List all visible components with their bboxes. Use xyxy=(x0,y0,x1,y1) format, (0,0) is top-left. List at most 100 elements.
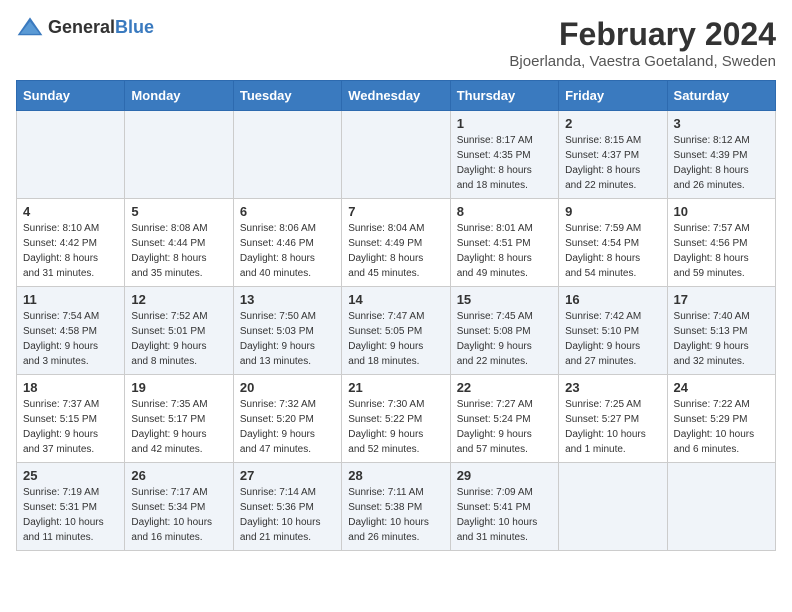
day-number: 1 xyxy=(457,116,552,131)
calendar-cell: 14 Sunrise: 7:47 AMSunset: 5:05 PMDayligh… xyxy=(342,287,450,375)
day-info: Sunrise: 7:50 AMSunset: 5:03 PMDaylight:… xyxy=(240,309,335,369)
calendar-cell xyxy=(667,463,775,551)
calendar-cell: 9 Sunrise: 7:59 AMSunset: 4:54 PMDaylight… xyxy=(559,199,667,287)
day-number: 21 xyxy=(348,380,443,395)
day-info: Sunrise: 8:06 AMSunset: 4:46 PMDaylight:… xyxy=(240,221,335,281)
day-number: 11 xyxy=(23,292,118,307)
day-info: Sunrise: 7:47 AMSunset: 5:05 PMDaylight:… xyxy=(348,309,443,369)
day-number: 19 xyxy=(131,380,226,395)
weekday-header-tuesday: Tuesday xyxy=(233,81,341,111)
calendar-week-5: 25 Sunrise: 7:19 AMSunset: 5:31 PMDayligh… xyxy=(17,463,776,551)
sub-title: Bjoerlanda, Vaestra Goetaland, Sweden xyxy=(509,53,776,70)
calendar-cell: 3 Sunrise: 8:12 AMSunset: 4:39 PMDaylight… xyxy=(667,111,775,199)
day-info: Sunrise: 8:08 AMSunset: 4:44 PMDaylight:… xyxy=(131,221,226,281)
day-info: Sunrise: 7:09 AMSunset: 5:41 PMDaylight:… xyxy=(457,485,552,545)
calendar-cell: 18 Sunrise: 7:37 AMSunset: 5:15 PMDayligh… xyxy=(17,375,125,463)
calendar-week-4: 18 Sunrise: 7:37 AMSunset: 5:15 PMDayligh… xyxy=(17,375,776,463)
calendar-cell: 15 Sunrise: 7:45 AMSunset: 5:08 PMDayligh… xyxy=(450,287,558,375)
calendar-cell: 12Sunrise: 7:52 AMSunset: 5:01 PMDayligh… xyxy=(125,287,233,375)
day-number: 22 xyxy=(457,380,552,395)
day-info: Sunrise: 8:01 AMSunset: 4:51 PMDaylight:… xyxy=(457,221,552,281)
calendar-cell: 6 Sunrise: 8:06 AMSunset: 4:46 PMDaylight… xyxy=(233,199,341,287)
calendar-cell: 20Sunrise: 7:32 AMSunset: 5:20 PMDayligh… xyxy=(233,375,341,463)
day-info: Sunrise: 7:45 AMSunset: 5:08 PMDaylight:… xyxy=(457,309,552,369)
day-number: 9 xyxy=(565,204,660,219)
calendar-body: 1 Sunrise: 8:17 AMSunset: 4:35 PMDaylight… xyxy=(17,111,776,551)
calendar-week-2: 4Sunrise: 8:10 AMSunset: 4:42 PMDaylight… xyxy=(17,199,776,287)
calendar-cell xyxy=(559,463,667,551)
calendar-cell: 29 Sunrise: 7:09 AMSunset: 5:41 PMDayligh… xyxy=(450,463,558,551)
calendar-cell: 4Sunrise: 8:10 AMSunset: 4:42 PMDaylight… xyxy=(17,199,125,287)
calendar-cell xyxy=(233,111,341,199)
day-number: 18 xyxy=(23,380,118,395)
calendar-cell: 28 Sunrise: 7:11 AMSunset: 5:38 PMDayligh… xyxy=(342,463,450,551)
day-number: 10 xyxy=(674,204,769,219)
weekday-header-thursday: Thursday xyxy=(450,81,558,111)
day-info: Sunrise: 7:37 AMSunset: 5:15 PMDaylight:… xyxy=(23,397,118,457)
calendar-cell: 7 Sunrise: 8:04 AMSunset: 4:49 PMDaylight… xyxy=(342,199,450,287)
day-info: Sunrise: 7:27 AMSunset: 5:24 PMDaylight:… xyxy=(457,397,552,457)
day-info: Sunrise: 7:22 AMSunset: 5:29 PMDaylight:… xyxy=(674,397,769,457)
logo-text-blue: Blue xyxy=(115,17,154,37)
calendar-cell: 5 Sunrise: 8:08 AMSunset: 4:44 PMDaylight… xyxy=(125,199,233,287)
weekday-header-sunday: Sunday xyxy=(17,81,125,111)
calendar-cell xyxy=(342,111,450,199)
day-number: 6 xyxy=(240,204,335,219)
calendar-cell: 27Sunrise: 7:14 AMSunset: 5:36 PMDayligh… xyxy=(233,463,341,551)
calendar-cell: 17Sunrise: 7:40 AMSunset: 5:13 PMDayligh… xyxy=(667,287,775,375)
day-number: 26 xyxy=(131,468,226,483)
day-number: 7 xyxy=(348,204,443,219)
calendar-cell: 11Sunrise: 7:54 AMSunset: 4:58 PMDayligh… xyxy=(17,287,125,375)
calendar-cell: 21 Sunrise: 7:30 AMSunset: 5:22 PMDayligh… xyxy=(342,375,450,463)
calendar-cell: 10 Sunrise: 7:57 AMSunset: 4:56 PMDayligh… xyxy=(667,199,775,287)
day-info: Sunrise: 8:12 AMSunset: 4:39 PMDaylight:… xyxy=(674,133,769,193)
weekday-row: SundayMondayTuesdayWednesdayThursdayFrid… xyxy=(17,81,776,111)
day-number: 13 xyxy=(240,292,335,307)
title-section: February 2024 Bjoerlanda, Vaestra Goetal… xyxy=(509,16,776,70)
day-info: Sunrise: 7:30 AMSunset: 5:22 PMDaylight:… xyxy=(348,397,443,457)
day-info: Sunrise: 7:17 AMSunset: 5:34 PMDaylight:… xyxy=(131,485,226,545)
calendar-cell: 26 Sunrise: 7:17 AMSunset: 5:34 PMDayligh… xyxy=(125,463,233,551)
calendar-cell xyxy=(17,111,125,199)
day-number: 24 xyxy=(674,380,769,395)
day-number: 15 xyxy=(457,292,552,307)
day-info: Sunrise: 7:11 AMSunset: 5:38 PMDaylight:… xyxy=(348,485,443,545)
day-number: 12 xyxy=(131,292,226,307)
calendar-week-3: 11Sunrise: 7:54 AMSunset: 4:58 PMDayligh… xyxy=(17,287,776,375)
day-number: 14 xyxy=(348,292,443,307)
weekday-header-wednesday: Wednesday xyxy=(342,81,450,111)
calendar-cell xyxy=(125,111,233,199)
calendar-cell: 25 Sunrise: 7:19 AMSunset: 5:31 PMDayligh… xyxy=(17,463,125,551)
day-number: 5 xyxy=(131,204,226,219)
calendar: SundayMondayTuesdayWednesdayThursdayFrid… xyxy=(16,80,776,551)
day-number: 16 xyxy=(565,292,660,307)
day-info: Sunrise: 7:19 AMSunset: 5:31 PMDaylight:… xyxy=(23,485,118,545)
generalblue-logo-icon xyxy=(16,16,44,38)
day-number: 27 xyxy=(240,468,335,483)
calendar-cell: 19 Sunrise: 7:35 AMSunset: 5:17 PMDayligh… xyxy=(125,375,233,463)
day-number: 28 xyxy=(348,468,443,483)
day-number: 8 xyxy=(457,204,552,219)
day-number: 3 xyxy=(674,116,769,131)
day-info: Sunrise: 7:25 AMSunset: 5:27 PMDaylight:… xyxy=(565,397,660,457)
day-info: Sunrise: 7:42 AMSunset: 5:10 PMDaylight:… xyxy=(565,309,660,369)
day-number: 25 xyxy=(23,468,118,483)
day-info: Sunrise: 8:04 AMSunset: 4:49 PMDaylight:… xyxy=(348,221,443,281)
calendar-cell: 2Sunrise: 8:15 AMSunset: 4:37 PMDaylight… xyxy=(559,111,667,199)
day-number: 17 xyxy=(674,292,769,307)
day-number: 20 xyxy=(240,380,335,395)
day-info: Sunrise: 8:17 AMSunset: 4:35 PMDaylight:… xyxy=(457,133,552,193)
main-title: February 2024 xyxy=(509,16,776,53)
day-number: 23 xyxy=(565,380,660,395)
calendar-cell: 13 Sunrise: 7:50 AMSunset: 5:03 PMDayligh… xyxy=(233,287,341,375)
day-info: Sunrise: 7:35 AMSunset: 5:17 PMDaylight:… xyxy=(131,397,226,457)
calendar-cell: 8 Sunrise: 8:01 AMSunset: 4:51 PMDaylight… xyxy=(450,199,558,287)
calendar-cell: 24 Sunrise: 7:22 AMSunset: 5:29 PMDayligh… xyxy=(667,375,775,463)
day-number: 29 xyxy=(457,468,552,483)
day-info: Sunrise: 7:57 AMSunset: 4:56 PMDaylight:… xyxy=(674,221,769,281)
calendar-cell: 16 Sunrise: 7:42 AMSunset: 5:10 PMDayligh… xyxy=(559,287,667,375)
day-number: 4 xyxy=(23,204,118,219)
day-info: Sunrise: 7:59 AMSunset: 4:54 PMDaylight:… xyxy=(565,221,660,281)
weekday-header-friday: Friday xyxy=(559,81,667,111)
header: GeneralBlue February 2024 Bjoerlanda, Va… xyxy=(16,16,776,70)
